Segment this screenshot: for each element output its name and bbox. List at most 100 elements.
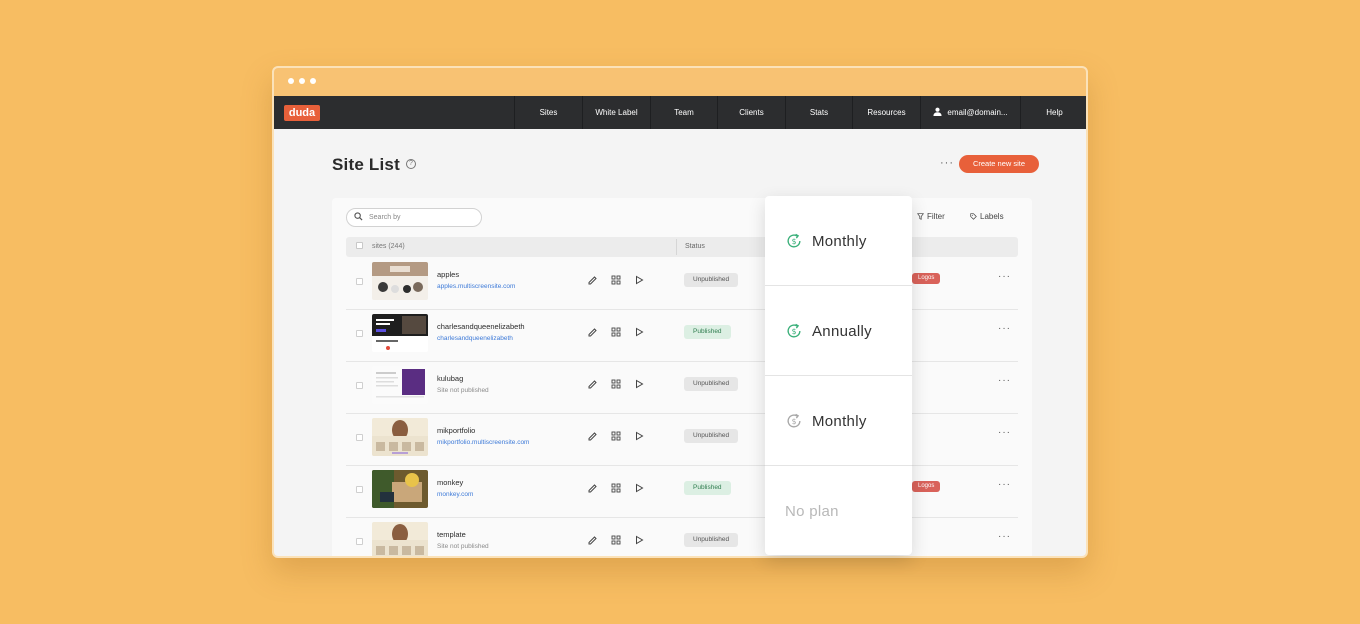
site-name[interactable]: charlesandqueenelizabeth bbox=[437, 322, 525, 331]
plan-option-label: Monthly bbox=[812, 233, 867, 250]
more-options-button[interactable]: ··· bbox=[940, 157, 954, 169]
table-row[interactable]: charlesandqueenelizabeth charlesandqueene… bbox=[346, 310, 1018, 362]
row-more-button[interactable]: ··· bbox=[998, 531, 1011, 542]
row-checkbox[interactable] bbox=[356, 434, 363, 441]
plan-option-annually[interactable]: $ Annually bbox=[765, 286, 912, 376]
dashboard-icon[interactable] bbox=[611, 431, 621, 441]
help-icon[interactable]: ? bbox=[406, 159, 416, 169]
row-checkbox[interactable] bbox=[356, 486, 363, 493]
site-url: Site not published bbox=[437, 543, 489, 550]
select-all-checkbox[interactable] bbox=[356, 242, 363, 249]
site-url[interactable]: apples.multiscreensite.com bbox=[437, 283, 515, 290]
nav-item-resources[interactable]: Resources bbox=[852, 96, 920, 129]
edit-icon[interactable] bbox=[588, 275, 598, 285]
svg-text:$: $ bbox=[792, 417, 797, 426]
svg-text:$: $ bbox=[792, 237, 797, 246]
svg-text:$: $ bbox=[792, 327, 797, 336]
browser-window: duda Sites White Label Team Clients Stat… bbox=[272, 66, 1088, 558]
site-thumbnail[interactable] bbox=[372, 522, 428, 556]
labels-button[interactable]: Labels bbox=[969, 212, 1004, 221]
site-name[interactable]: monkey bbox=[437, 478, 463, 487]
table-row[interactable]: kulubag Site not published Unpublished ··· bbox=[346, 362, 1018, 414]
label-tag[interactable]: Logos bbox=[912, 481, 941, 492]
row-checkbox[interactable] bbox=[356, 330, 363, 337]
site-name[interactable]: template bbox=[437, 530, 466, 539]
edit-icon[interactable] bbox=[588, 431, 598, 441]
site-url[interactable]: mikportfolio.multiscreensite.com bbox=[437, 439, 529, 446]
dashboard-icon[interactable] bbox=[611, 275, 621, 285]
window-titlebar bbox=[274, 68, 1086, 96]
plan-option-label: No plan bbox=[785, 503, 839, 520]
preview-icon[interactable] bbox=[634, 483, 644, 493]
site-thumbnail[interactable] bbox=[372, 314, 428, 352]
site-url[interactable]: monkey.com bbox=[437, 491, 473, 498]
row-checkbox[interactable] bbox=[356, 538, 363, 545]
row-more-button[interactable]: ··· bbox=[998, 375, 1011, 386]
search-input[interactable]: Search by bbox=[346, 208, 482, 227]
edit-icon[interactable] bbox=[588, 379, 598, 389]
edit-icon[interactable] bbox=[588, 535, 598, 545]
plan-dropdown: $ Monthly $ Annually $ Monthly No plan bbox=[765, 196, 912, 555]
nav-item-stats[interactable]: Stats bbox=[785, 96, 852, 129]
dashboard-icon[interactable] bbox=[611, 535, 621, 545]
table-row[interactable]: template Site not published Unpublished ··· bbox=[346, 518, 1018, 556]
edit-icon[interactable] bbox=[588, 327, 598, 337]
window-dot-icon bbox=[310, 78, 316, 84]
row-more-button[interactable]: ··· bbox=[998, 479, 1011, 490]
site-thumbnail[interactable] bbox=[372, 470, 428, 508]
nav-account-menu[interactable]: email@domain... bbox=[920, 96, 1020, 129]
dashboard-icon[interactable] bbox=[611, 379, 621, 389]
site-url[interactable]: charlesandqueenelizabeth bbox=[437, 335, 513, 342]
row-checkbox[interactable] bbox=[356, 382, 363, 389]
column-header-sites[interactable]: sites (244) bbox=[372, 243, 405, 250]
nav-item-clients[interactable]: Clients bbox=[717, 96, 785, 129]
site-name[interactable]: kulubag bbox=[437, 374, 463, 383]
nav-item-sites[interactable]: Sites bbox=[514, 96, 582, 129]
plan-option-label: Monthly bbox=[812, 413, 867, 430]
plan-option-monthly-inactive[interactable]: $ Monthly bbox=[765, 376, 912, 466]
plan-option-monthly[interactable]: $ Monthly bbox=[765, 196, 912, 286]
preview-icon[interactable] bbox=[634, 327, 644, 337]
status-badge: Unpublished bbox=[684, 377, 739, 391]
search-icon bbox=[354, 212, 363, 221]
row-more-button[interactable]: ··· bbox=[998, 271, 1011, 282]
recurring-payment-icon: $ bbox=[787, 233, 801, 248]
user-icon bbox=[933, 108, 942, 117]
top-nav: duda Sites White Label Team Clients Stat… bbox=[274, 96, 1086, 129]
duda-logo[interactable]: duda bbox=[284, 105, 320, 121]
row-more-button[interactable]: ··· bbox=[998, 323, 1011, 334]
table-row[interactable]: monkey monkey.com Published Logos ··· bbox=[346, 466, 1018, 518]
site-thumbnail[interactable] bbox=[372, 418, 428, 456]
dashboard-icon[interactable] bbox=[611, 327, 621, 337]
table-row[interactable]: apples apples.multiscreensite.com Unpublis… bbox=[346, 258, 1018, 310]
preview-icon[interactable] bbox=[634, 379, 644, 389]
column-header-status[interactable]: Status bbox=[685, 243, 705, 250]
nav-item-white-label[interactable]: White Label bbox=[582, 96, 650, 129]
preview-icon[interactable] bbox=[634, 275, 644, 285]
status-badge: Unpublished bbox=[684, 273, 739, 287]
recurring-payment-icon: $ bbox=[787, 323, 801, 338]
nav-item-team[interactable]: Team bbox=[650, 96, 717, 129]
dashboard-icon[interactable] bbox=[611, 483, 621, 493]
plan-option-label: Annually bbox=[812, 323, 872, 340]
site-thumbnail[interactable] bbox=[372, 366, 428, 404]
row-checkbox[interactable] bbox=[356, 278, 363, 285]
column-divider bbox=[676, 239, 677, 255]
page-title: Site List bbox=[332, 155, 400, 174]
site-thumbnail[interactable] bbox=[372, 262, 428, 300]
plan-option-no-plan: No plan bbox=[765, 466, 912, 555]
create-new-site-button[interactable]: Create new site bbox=[959, 155, 1039, 173]
preview-icon[interactable] bbox=[634, 431, 644, 441]
edit-icon[interactable] bbox=[588, 483, 598, 493]
table-row[interactable]: mikportfolio mikportfolio.multiscreensite… bbox=[346, 414, 1018, 466]
site-name[interactable]: mikportfolio bbox=[437, 426, 475, 435]
site-name[interactable]: apples bbox=[437, 270, 459, 279]
filter-button[interactable]: Filter bbox=[916, 212, 945, 221]
preview-icon[interactable] bbox=[634, 535, 644, 545]
nav-item-help[interactable]: Help bbox=[1020, 96, 1086, 129]
window-dot-icon bbox=[288, 78, 294, 84]
label-tag[interactable]: Logos bbox=[912, 273, 941, 284]
window-dot-icon bbox=[299, 78, 305, 84]
site-url: Site not published bbox=[437, 387, 489, 394]
row-more-button[interactable]: ··· bbox=[998, 427, 1011, 438]
